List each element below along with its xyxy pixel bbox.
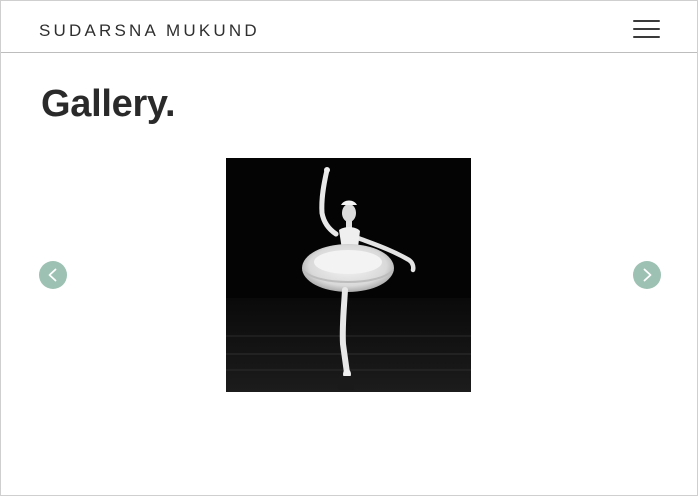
site-brand[interactable]: SUDARSNA MUKUND: [39, 21, 260, 41]
ballerina-photo: [226, 158, 471, 392]
menu-bar: [633, 36, 660, 38]
chevron-right-icon[interactable]: [633, 261, 661, 289]
page-frame: SUDARSNA MUKUND Gallery.: [0, 0, 698, 496]
gallery-carousel: [1, 151, 697, 401]
menu-bar: [633, 20, 660, 22]
page-title: Gallery.: [41, 83, 176, 125]
menu-bar: [633, 28, 660, 30]
site-header: SUDARSNA MUKUND: [1, 1, 697, 53]
hamburger-menu-icon[interactable]: [627, 15, 667, 43]
chevron-left-icon[interactable]: [39, 261, 67, 289]
gallery-slide-image: [226, 158, 471, 392]
